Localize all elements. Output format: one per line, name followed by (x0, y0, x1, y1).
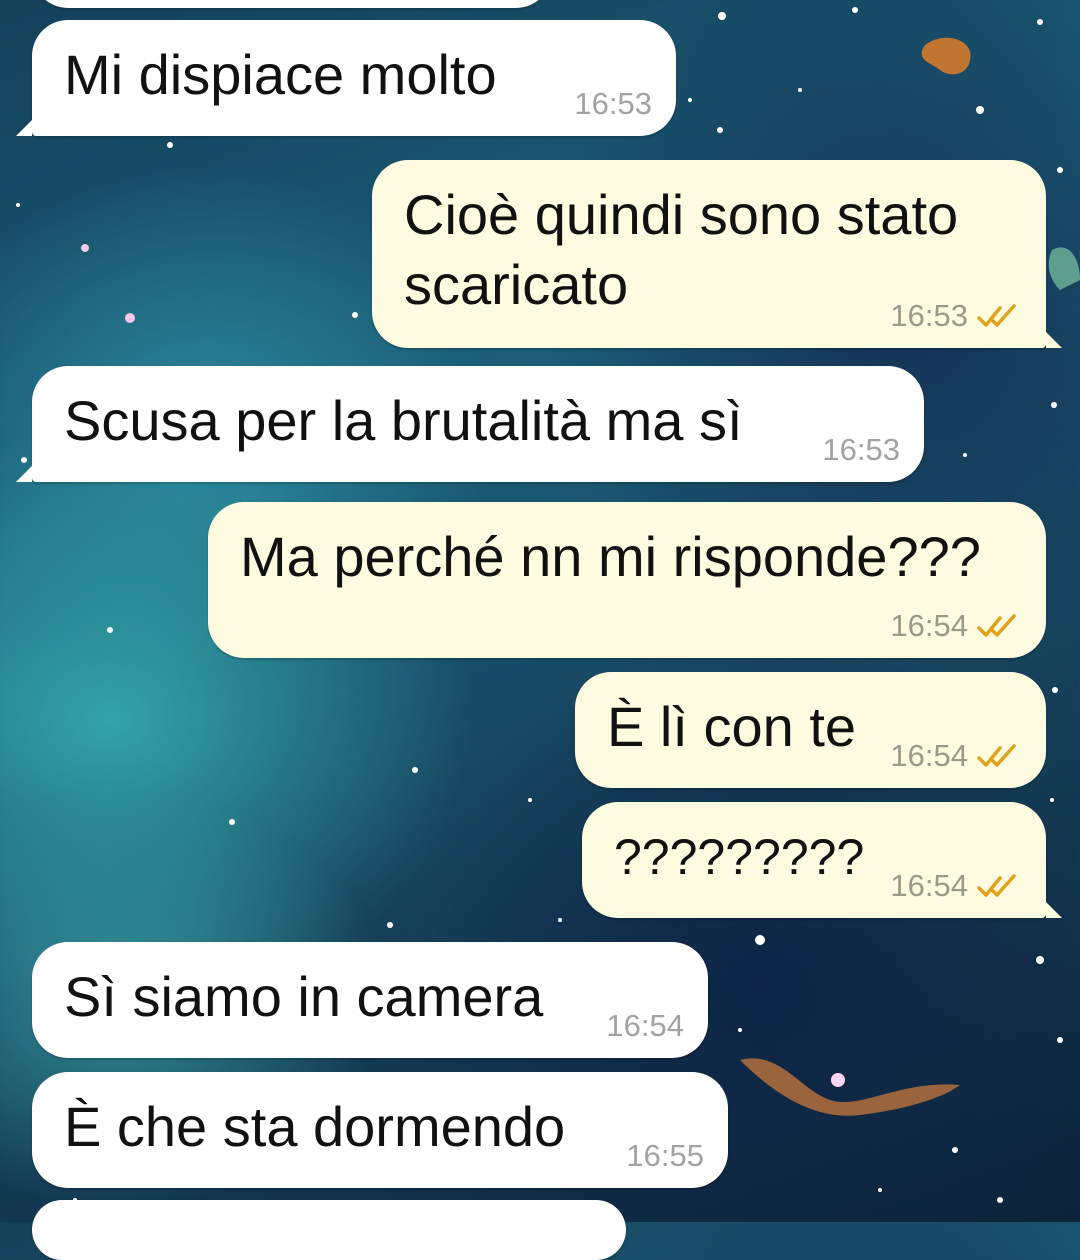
message-time: 16:53 (822, 432, 900, 467)
message-bubble[interactable]: Scusa per la brutalità ma sì 16:53 (16, 366, 924, 482)
message-time: 16:55 (626, 1138, 704, 1173)
message-bubble[interactable]: Ma perché nn mi risponde??? 16:54 (208, 502, 1046, 658)
message-text: Cioè quindi sono stato scaricato (404, 183, 974, 316)
message-meta: 16:54 (890, 608, 1022, 644)
message-text: ????????? (614, 829, 865, 885)
message-bubble[interactable]: Cioè quindi sono stato scaricato 16:53 (372, 160, 1062, 348)
message-meta: 16:53 (890, 298, 1022, 334)
bubble-tail (16, 466, 32, 482)
message-time: 16:53 (574, 86, 652, 121)
message-meta: 16:54 (890, 738, 1022, 774)
message-bubble[interactable]: ????????? 16:54 (582, 802, 1062, 918)
message-text: Ma perché nn mi risponde??? (240, 525, 981, 588)
message-meta: 16:54 (606, 1008, 684, 1044)
message-meta: 16:53 (822, 432, 900, 468)
message-text: È che sta dormendo (64, 1095, 566, 1158)
message-bubble-partial-top[interactable] (32, 0, 552, 8)
message-meta: 16:55 (626, 1138, 704, 1174)
message-time: 16:54 (890, 608, 968, 643)
read-ticks-icon (977, 744, 1016, 767)
message-text: Scusa per la brutalità ma sì (64, 389, 743, 452)
message-text: Sì siamo in camera (64, 965, 544, 1028)
message-text: Mi dispiace molto (64, 43, 497, 106)
message-time: 16:54 (890, 868, 968, 903)
message-meta: 16:53 (574, 86, 652, 122)
read-ticks-icon (977, 304, 1016, 327)
bubble-tail (1046, 902, 1062, 918)
message-bubble-partial-bottom[interactable] (32, 1200, 626, 1260)
message-time: 16:53 (890, 298, 968, 333)
message-time: 16:54 (890, 738, 968, 773)
message-time: 16:54 (606, 1008, 684, 1043)
read-ticks-icon (977, 874, 1016, 897)
message-text: È lì con te (607, 695, 857, 758)
message-bubble[interactable]: Sì siamo in camera 16:54 (32, 942, 708, 1058)
message-bubble[interactable]: Mi dispiace molto 16:53 (16, 20, 676, 136)
message-bubble[interactable]: È che sta dormendo 16:55 (32, 1072, 728, 1188)
read-ticks-icon (977, 614, 1016, 637)
bubble-tail (1046, 332, 1062, 348)
bubble-tail (16, 120, 32, 136)
message-meta: 16:54 (890, 868, 1022, 904)
message-bubble[interactable]: È lì con te 16:54 (575, 672, 1046, 788)
